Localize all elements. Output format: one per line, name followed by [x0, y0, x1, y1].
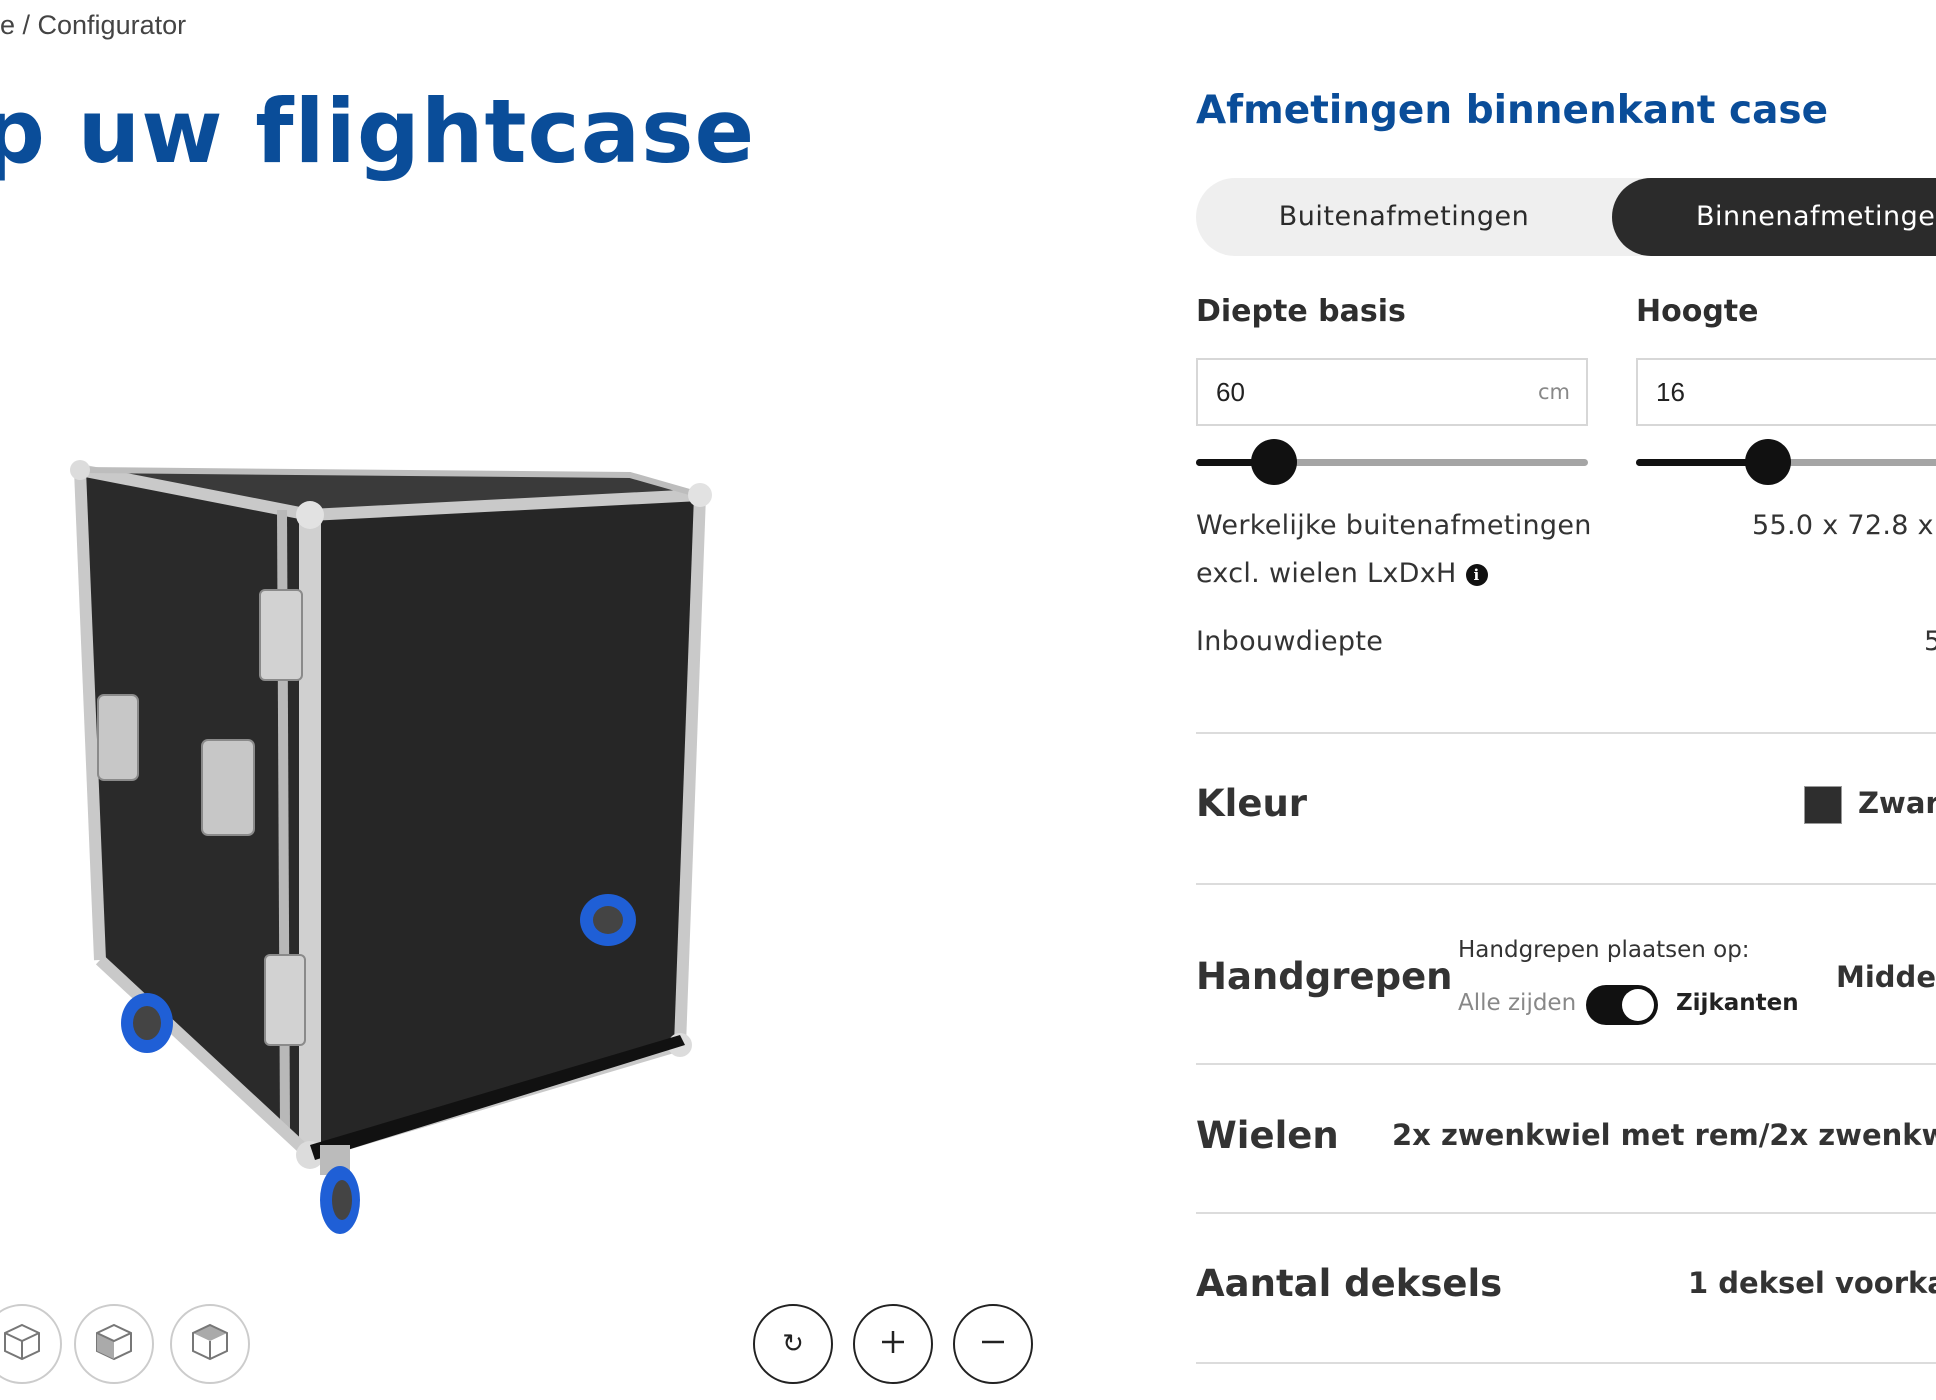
info-icon[interactable]: i — [1465, 564, 1488, 586]
case-latch — [264, 954, 306, 1046]
depth-field[interactable]: cm — [1196, 358, 1588, 426]
breadcrumb[interactable]: e / Configurator — [0, 10, 186, 41]
dimension-mode-toggle: Buitenafmetingen Binnenafmetingen — [1196, 178, 1936, 256]
height-field[interactable] — [1636, 358, 1936, 426]
outer-dimensions-label: Werkelijke buitenafmetingen — [1196, 510, 1592, 541]
handles-placement-label: Handgrepen plaatsen op: — [1458, 937, 1750, 963]
divider — [1196, 732, 1936, 734]
color-value[interactable]: Zwar — [1858, 786, 1936, 820]
page-title: p uw flightcase — [0, 80, 756, 183]
height-label: Hoogte — [1636, 294, 1759, 329]
zoom-out-button[interactable] — [953, 1304, 1033, 1384]
handles-value[interactable]: Midden — [1836, 960, 1936, 994]
depth-slider[interactable] — [1196, 439, 1588, 485]
cube-side-icon — [93, 1321, 135, 1367]
wheels-label: Wielen — [1196, 1114, 1339, 1157]
lids-value[interactable]: 1 deksel voorkan — [1688, 1266, 1936, 1300]
cube-top-icon — [189, 1321, 231, 1367]
wheels-value[interactable]: 2x zwenkwiel met rem/2x zwenkwie — [1392, 1118, 1936, 1152]
toggle-option-all-sides[interactable]: Alle zijden — [1458, 990, 1576, 1016]
inbouwdiepte-value: 5 — [1924, 626, 1936, 657]
divider — [1196, 1063, 1936, 1065]
height-slider[interactable] — [1636, 439, 1936, 485]
view-side-button[interactable] — [74, 1304, 154, 1384]
case-handle — [201, 739, 255, 836]
case-handle — [97, 694, 139, 781]
handles-placement-toggle[interactable] — [1586, 985, 1658, 1025]
depth-slider-thumb[interactable] — [1251, 439, 1298, 485]
view-front-button[interactable] — [0, 1304, 62, 1384]
divider — [1196, 1362, 1936, 1364]
zoom-out-icon — [979, 1328, 1007, 1360]
case-latch — [259, 589, 303, 681]
color-label: Kleur — [1196, 782, 1308, 825]
divider — [1196, 1212, 1936, 1214]
inbouwdiepte-label: Inbouwdiepte — [1196, 626, 1384, 657]
tab-buitenafmetingen[interactable]: Buitenafmetingen — [1196, 178, 1612, 256]
zoom-in-icon — [879, 1328, 907, 1360]
tab-binnenafmetingen[interactable]: Binnenafmetingen — [1612, 178, 1936, 256]
rotate-button[interactable]: ↻ — [753, 1304, 833, 1384]
outer-dimensions-sublabel-text: excl. wielen LxDxH — [1196, 558, 1457, 589]
cube-front-icon — [1, 1321, 43, 1367]
dimensions-title: Afmetingen binnenkant case — [1196, 88, 1829, 133]
handles-label: Handgrepen — [1196, 955, 1453, 998]
color-swatch[interactable] — [1804, 786, 1842, 824]
depth-unit: cm — [1537, 380, 1570, 404]
lids-label: Aantal deksels — [1196, 1262, 1503, 1305]
divider — [1196, 883, 1936, 885]
flightcase-3d-view[interactable] — [60, 440, 720, 1240]
height-slider-thumb[interactable] — [1745, 439, 1791, 485]
outer-dimensions-sublabel: excl. wielen LxDxH i — [1196, 558, 1488, 589]
toggle-option-sides[interactable]: Zijkanten — [1676, 990, 1799, 1016]
height-input[interactable] — [1654, 376, 1898, 409]
depth-label: Diepte basis — [1196, 294, 1406, 329]
view-top-button[interactable] — [170, 1304, 250, 1384]
zoom-in-button[interactable] — [853, 1304, 933, 1384]
outer-dimensions-value: 55.0 x 72.8 x 7 — [1752, 510, 1936, 541]
toggle-knob — [1622, 989, 1654, 1021]
depth-input[interactable] — [1214, 376, 1458, 409]
rotate-icon: ↻ — [782, 1329, 804, 1359]
